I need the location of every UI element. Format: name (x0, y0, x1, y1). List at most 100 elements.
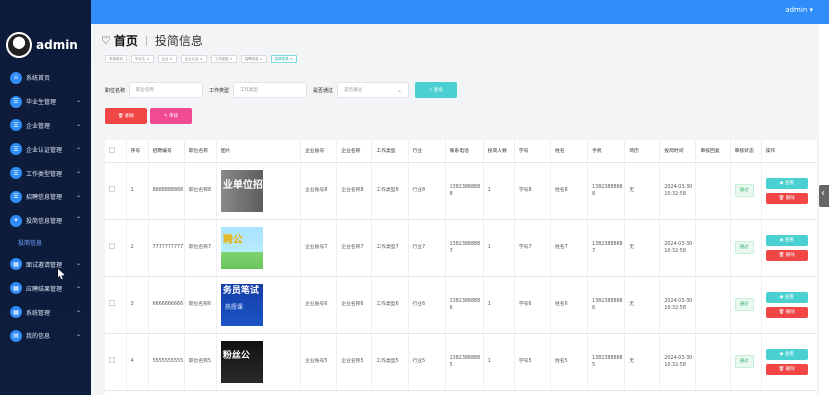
passed-select[interactable]: 是否通过 ⌄ (337, 82, 410, 98)
sidebar-item-recruitment[interactable]: ☰ 招聘信息管理 ⌄ (0, 185, 91, 209)
job-image: 务员笔试 热授课 (220, 283, 263, 326)
cell-image: 聘公 (216, 219, 302, 277)
sidebar-item-system[interactable]: ▦ 系统管理 ⌄ (0, 300, 91, 324)
row-delete-label: 删除 (785, 252, 795, 258)
job-image-text: 业单位招 (222, 179, 263, 191)
sidebar-subitem-applications[interactable]: 投简信息 (0, 233, 91, 253)
row-checkbox[interactable] (109, 243, 115, 249)
audit-button-label: 审核 (169, 114, 179, 119)
job-image: 粉丝公 (220, 340, 263, 383)
sidebar-item-home[interactable]: ⌂ 系统首页 (0, 66, 91, 90)
cell-job: 职位名称5 (184, 333, 217, 391)
cell-job: 职位名称8 (184, 162, 217, 220)
cell-code: 6666666666 (148, 276, 185, 334)
sidebar-item-interviews[interactable]: ▦ 面试邀请管理 ⌄ (0, 253, 91, 277)
cell-count: 1 (483, 333, 515, 391)
cell-phone: 13823888887 (445, 219, 484, 277)
search-button[interactable]: ⌕ 查询 (415, 82, 458, 98)
job-image: 业单位招 (220, 169, 263, 212)
passed-label: 是否通过 (313, 87, 334, 94)
cell-code: 7777777777 (148, 219, 185, 277)
breadcrumb-home[interactable]: 首页 (114, 32, 138, 49)
row-delete-button[interactable]: 🗑 删除 (765, 363, 808, 375)
sidebar-item-applications[interactable]: ✦ 投简信息管理 ⌃ (0, 209, 91, 233)
cell-name: 姓名5 (550, 333, 589, 391)
sidebar-item-profile[interactable]: ▤ 我的信息 ⌄ (0, 324, 91, 348)
cell-mobile: 13823888886 (587, 276, 626, 334)
cell-account: 企业账号6 (300, 276, 338, 334)
sidebar-item-company-certification[interactable]: ☰ 企业认证管理 ⌄ (0, 137, 91, 161)
brand-name: admin (36, 38, 78, 52)
view-button[interactable]: ◉ 查看 (765, 234, 808, 246)
cell-index: 4 (126, 333, 149, 391)
cell-name: 姓名6 (550, 276, 589, 334)
tab-home[interactable]: 系统首页 (105, 55, 127, 63)
audit-button[interactable]: ✎ 审核 (150, 108, 192, 124)
tab-certification[interactable]: 企业认证 × (180, 55, 207, 63)
cell-image: 业单位招 (216, 162, 302, 220)
side-panel-toggle[interactable] (819, 185, 829, 207)
table-header-cell: 企业账号 (300, 140, 338, 163)
row-checkbox[interactable] (109, 300, 115, 306)
row-delete-label: 删除 (785, 309, 795, 315)
sidebar-item-label: 面试邀请管理 (26, 261, 63, 269)
cell-student-id: 学号5 (514, 333, 551, 391)
tab-applications[interactable]: 投简信息 × (270, 55, 297, 63)
cell-image: 粉丝公 (216, 333, 302, 391)
view-button[interactable]: ◉ 查看 (765, 177, 808, 189)
delete-button[interactable]: 🗑 删除 (105, 108, 147, 124)
table-header-cell: 姓名 (550, 140, 589, 163)
job-name-label: 职位名称 (105, 87, 126, 94)
row-delete-button[interactable]: 🗑 删除 (765, 192, 808, 204)
cell-industry: 行业8 (408, 162, 446, 220)
tab-graduates[interactable]: 毕业生 × (131, 55, 154, 63)
user-menu[interactable]: admin ▾ (785, 6, 813, 14)
chevron-down-icon: ⌄ (75, 330, 81, 338)
cell-status: 通过 (730, 276, 762, 334)
cell-resume: 无 (624, 333, 661, 391)
table-header-cell: 投简时间 (659, 140, 697, 163)
cell-count: 1 (483, 162, 515, 220)
cell-time: 2024-03-30 10:32:58 (659, 162, 697, 220)
view-button[interactable]: ◉ 查看 (765, 348, 808, 360)
table-header-cell: 工作类型 (371, 140, 409, 163)
view-button-label: 查看 (784, 180, 794, 186)
status-badge: 通过 (734, 241, 754, 254)
row-delete-button[interactable]: 🗑 删除 (765, 306, 808, 318)
sidebar-item-job-types[interactable]: ☰ 工作类型管理 ⌄ (0, 161, 91, 185)
view-button[interactable]: ◉ 查看 (765, 291, 808, 303)
sidebar-item-label: 企业管理 (26, 122, 51, 130)
profile-icon: ▤ (10, 329, 22, 342)
main-content: ♡ 首页 投简信息 系统首页 毕业生 × 企业 × 企业认证 × 工作类型 × … (91, 24, 819, 395)
job-name-input[interactable]: 职位名称 (129, 82, 204, 98)
cell-company: 企业名称7 (336, 219, 373, 277)
row-checkbox[interactable] (109, 186, 115, 192)
tab-job-types[interactable]: 工作类型 × (210, 55, 237, 63)
header-checkbox[interactable] (105, 140, 127, 163)
row-checkbox[interactable] (109, 357, 115, 363)
tab-companies[interactable]: 企业 × (157, 55, 177, 63)
breadcrumb-separator (145, 35, 147, 46)
cell-mobile: 13823888887 (587, 219, 626, 277)
sidebar-item-graduates[interactable]: ☰ 毕业生管理 ⌄ (0, 90, 91, 114)
sidebar-item-results[interactable]: ▦ 应聘结果管理 ⌄ (0, 276, 91, 300)
cell-actions: ◉ 查看 🗑 删除 (761, 219, 817, 277)
cell-company: 企业名称5 (336, 333, 373, 391)
select-all-checkbox[interactable] (109, 146, 115, 153)
table-header-cell: 职位名称 (184, 140, 217, 163)
row-delete-button[interactable]: 🗑 删除 (765, 249, 808, 261)
home-icon: ⌂ (10, 71, 22, 84)
view-button-label: 查看 (784, 237, 794, 243)
sidebar-item-companies[interactable]: ☰ 企业管理 ⌄ (0, 114, 91, 138)
cell-account: 企业账号5 (300, 333, 338, 391)
cell-phone: 13823888888 (445, 162, 484, 220)
tab-recruitment[interactable]: 招聘信息 × (240, 55, 267, 63)
cell-industry: 行业6 (408, 276, 446, 334)
settings-icon: ▦ (10, 306, 22, 319)
table-header: 序号 招聘编号 职位名称 图片 企业账号 企业名称 工作类型 行业 联系电话 投… (105, 140, 817, 163)
table-header-cell: 操作 (761, 140, 817, 163)
breadcrumb-current: 投简信息 (154, 34, 203, 48)
job-type-input[interactable]: 工作类型 (233, 82, 308, 98)
table-row: 3 6666666666 职位名称6 务员笔试 热授课 企业账号6 企业名称6 工… (105, 276, 817, 334)
cell-time: 2024-03-30 10:32:58 (659, 219, 697, 277)
